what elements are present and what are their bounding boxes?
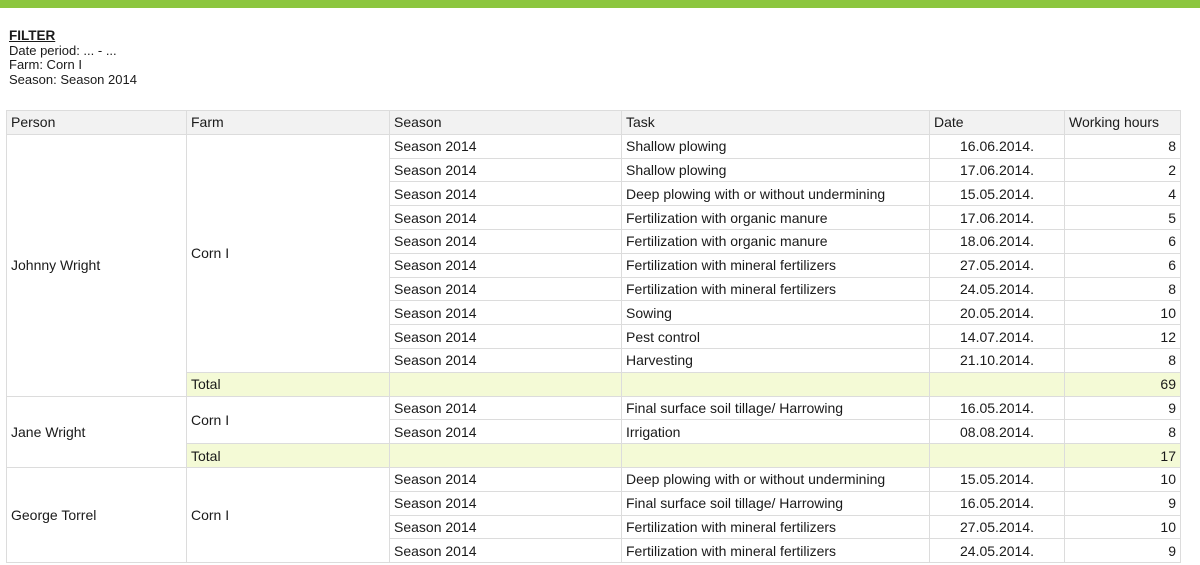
total-empty-cell bbox=[621, 371, 930, 397]
header-task: Task bbox=[621, 110, 930, 135]
season-cell: Season 2014 bbox=[389, 395, 622, 421]
total-label: Total bbox=[186, 443, 390, 468]
total-empty-cell bbox=[621, 443, 930, 468]
table-header-row: Person Farm Season Task Date Working hou… bbox=[6, 110, 1181, 135]
header-farm: Farm bbox=[186, 110, 390, 135]
task-cell: Final surface soil tillage/ Harrowing bbox=[621, 490, 930, 516]
total-hours: 17 bbox=[1064, 443, 1181, 468]
date-cell: 15.05.2014. bbox=[929, 181, 1065, 207]
hours-cell: 12 bbox=[1064, 324, 1181, 349]
hours-cell: 10 bbox=[1064, 300, 1181, 326]
date-cell: 24.05.2014. bbox=[929, 538, 1065, 564]
task-cell: Final surface soil tillage/ Harrowing bbox=[621, 395, 930, 421]
header-season: Season bbox=[389, 110, 622, 135]
total-empty-cell bbox=[389, 371, 622, 397]
season-cell: Season 2014 bbox=[389, 347, 622, 373]
person-cell: Jane Wright bbox=[6, 395, 187, 468]
hours-cell: 2 bbox=[1064, 157, 1181, 183]
date-cell: 14.07.2014. bbox=[929, 324, 1065, 349]
season-cell: Season 2014 bbox=[389, 419, 622, 445]
task-cell: Harvesting bbox=[621, 347, 930, 373]
task-cell: Pest control bbox=[621, 324, 930, 349]
season-cell: Season 2014 bbox=[389, 252, 622, 278]
table-row: Jane Wright Corn I Season 2014 Final surfac… bbox=[6, 395, 1181, 468]
total-hours: 69 bbox=[1064, 371, 1181, 397]
hours-cell: 8 bbox=[1064, 347, 1181, 373]
hours-cell: 10 bbox=[1064, 466, 1181, 492]
filter-farm: Farm: Corn I bbox=[9, 57, 82, 72]
task-cell: Fertilization with organic manure bbox=[621, 205, 930, 230]
task-cell: Sowing bbox=[621, 300, 930, 326]
season-cell: Season 2014 bbox=[389, 181, 622, 207]
hours-cell: 6 bbox=[1064, 228, 1181, 254]
filter-section: FILTER Date period: ... - ... Farm: Corn… bbox=[9, 28, 137, 87]
header-person: Person bbox=[6, 110, 187, 135]
total-label: Total bbox=[186, 371, 390, 397]
date-cell: 16.06.2014. bbox=[929, 133, 1065, 159]
season-cell: Season 2014 bbox=[389, 157, 622, 183]
season-cell: Season 2014 bbox=[389, 538, 622, 564]
task-cell: Deep plowing with or without undermining bbox=[621, 181, 930, 207]
season-cell: Season 2014 bbox=[389, 276, 622, 302]
date-cell: 16.05.2014. bbox=[929, 490, 1065, 516]
date-cell: 17.06.2014. bbox=[929, 157, 1065, 183]
task-cell: Fertilization with mineral fertilizers bbox=[621, 514, 930, 540]
date-cell: 24.05.2014. bbox=[929, 276, 1065, 302]
total-empty-cell bbox=[929, 371, 1065, 397]
season-cell: Season 2014 bbox=[389, 133, 622, 159]
date-cell: 15.05.2014. bbox=[929, 466, 1065, 492]
hours-cell: 8 bbox=[1064, 276, 1181, 302]
task-cell: Shallow plowing bbox=[621, 133, 930, 159]
date-cell: 27.05.2014. bbox=[929, 252, 1065, 278]
hours-cell: 6 bbox=[1064, 252, 1181, 278]
date-cell: 27.05.2014. bbox=[929, 514, 1065, 540]
season-cell: Season 2014 bbox=[389, 324, 622, 349]
header-working-hours: Working hours bbox=[1064, 110, 1181, 135]
farm-cell: Corn I bbox=[186, 395, 390, 445]
filter-title: FILTER bbox=[9, 28, 56, 43]
date-cell: 17.06.2014. bbox=[929, 205, 1065, 230]
task-cell: Fertilization with mineral fertilizers bbox=[621, 276, 930, 302]
hours-cell: 8 bbox=[1064, 419, 1181, 445]
season-cell: Season 2014 bbox=[389, 466, 622, 492]
hours-cell: 8 bbox=[1064, 133, 1181, 159]
working-hours-table: Person Farm Season Task Date Working hou… bbox=[6, 110, 1181, 564]
date-cell: 21.10.2014. bbox=[929, 347, 1065, 373]
header-date: Date bbox=[929, 110, 1065, 135]
task-cell: Fertilization with mineral fertilizers bbox=[621, 538, 930, 564]
hours-cell: 4 bbox=[1064, 181, 1181, 207]
season-cell: Season 2014 bbox=[389, 205, 622, 230]
date-cell: 16.05.2014. bbox=[929, 395, 1065, 421]
date-cell: 18.06.2014. bbox=[929, 228, 1065, 254]
season-cell: Season 2014 bbox=[389, 514, 622, 540]
task-cell: Deep plowing with or without undermining bbox=[621, 466, 930, 492]
season-cell: Season 2014 bbox=[389, 300, 622, 326]
table-row: Johnny Wright Corn I Season 2014 Shallow pl… bbox=[6, 133, 1181, 397]
hours-cell: 9 bbox=[1064, 490, 1181, 516]
task-cell: Fertilization with organic manure bbox=[621, 228, 930, 254]
top-accent-bar bbox=[0, 0, 1200, 8]
farm-cell: Corn I bbox=[186, 466, 390, 564]
task-cell: Irrigation bbox=[621, 419, 930, 445]
person-cell: George Torrel bbox=[6, 466, 187, 564]
total-empty-cell bbox=[929, 443, 1065, 468]
total-empty-cell bbox=[389, 443, 622, 468]
filter-date-period: Date period: ... - ... bbox=[9, 42, 117, 58]
task-cell: Shallow plowing bbox=[621, 157, 930, 183]
hours-cell: 9 bbox=[1064, 538, 1181, 564]
person-cell: Johnny Wright bbox=[6, 133, 187, 397]
filter-season: Season: Season 2014 bbox=[9, 71, 137, 87]
farm-cell: Corn I bbox=[186, 133, 390, 373]
hours-cell: 9 bbox=[1064, 395, 1181, 421]
season-cell: Season 2014 bbox=[389, 228, 622, 254]
date-cell: 08.08.2014. bbox=[929, 419, 1065, 445]
season-cell: Season 2014 bbox=[389, 490, 622, 516]
hours-cell: 5 bbox=[1064, 205, 1181, 230]
table-row: George Torrel Corn I Season 2014 Deep plowi… bbox=[6, 466, 1181, 564]
task-cell: Fertilization with mineral fertilizers bbox=[621, 252, 930, 278]
hours-cell: 10 bbox=[1064, 514, 1181, 540]
date-cell: 20.05.2014. bbox=[929, 300, 1065, 326]
